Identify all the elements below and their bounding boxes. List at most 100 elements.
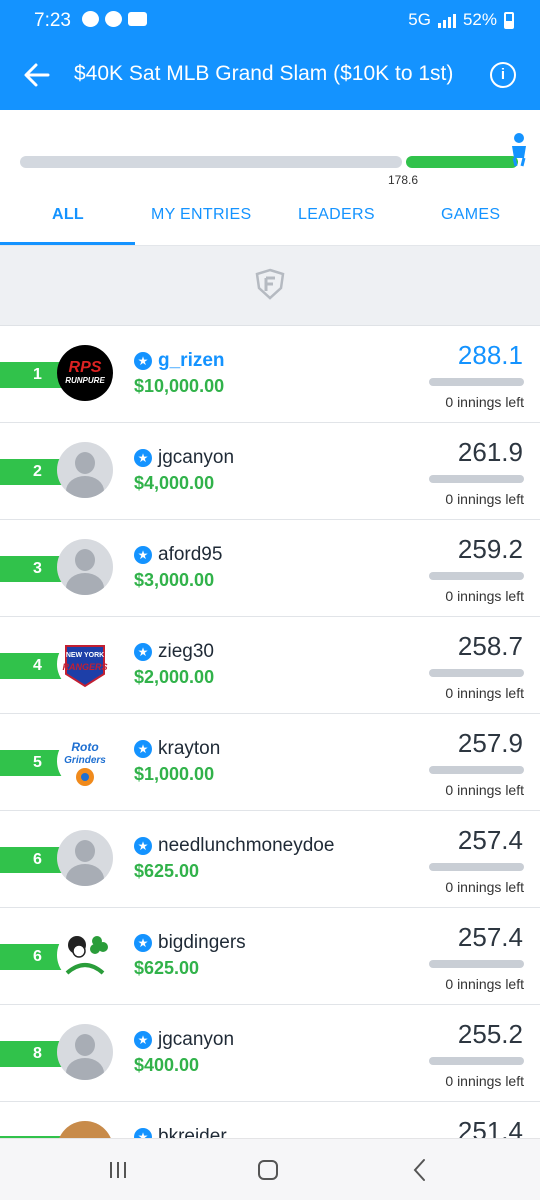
svg-text:RUNPURE: RUNPURE (65, 376, 105, 385)
clover-cartoon-logo (65, 936, 108, 975)
verified-star-icon: ★ (134, 643, 152, 661)
notification-icons (82, 11, 147, 27)
prize-amount: $4,000.00 (134, 473, 215, 493)
battery-icon (504, 11, 514, 29)
contest-progress: 178.6 (0, 110, 540, 190)
prize-amount: $3,000.00 (134, 570, 215, 590)
signal-icon (437, 13, 456, 28)
status-time: 7:23 (34, 10, 71, 31)
verified-star-icon: ★ (134, 449, 152, 467)
runpure-logo: RPS RUNPURE (65, 359, 105, 385)
innings-progress-bar (429, 378, 524, 386)
innings-left: 0 innings left (445, 782, 524, 798)
message-icon (82, 11, 99, 27)
rangers-logo: NEW YORK RANGERS (62, 645, 108, 688)
home-icon[interactable] (258, 1160, 278, 1180)
innings-progress-bar (429, 1057, 524, 1065)
fanduel-shield-icon (255, 268, 285, 300)
svg-text:NEW YORK: NEW YORK (66, 652, 104, 659)
innings-left: 0 innings left (445, 491, 524, 507)
leaderboard-row[interactable]: 4 NEW YORK RANGERS ★ zieg30 $2,000.00 25… (0, 617, 540, 714)
innings-left: 0 innings left (445, 588, 524, 604)
person-icon (512, 133, 526, 167)
verified-star-icon: ★ (134, 740, 152, 758)
avatar (57, 1024, 113, 1080)
leaderboard-row[interactable]: 3 ★ aford95 $3,000.00 259.2 0 innings le… (0, 520, 540, 617)
verified-star-icon: ★ (134, 352, 152, 370)
username[interactable]: zieg30 (158, 641, 214, 663)
back-arrow-icon[interactable] (22, 60, 52, 90)
status-bar: 7:23 5G 52% (0, 0, 540, 40)
username[interactable]: bigdingers (158, 932, 246, 954)
username[interactable]: needlunchmoneydoe (158, 835, 334, 857)
innings-progress-bar (429, 960, 524, 968)
status-right: 5G 52% (408, 10, 514, 30)
username[interactable]: jgcanyon (158, 447, 234, 469)
discord-icon (105, 11, 122, 27)
tab-all[interactable]: ALL (52, 206, 84, 224)
leaderboard-row[interactable]: 8 ★ jgcanyon $400.00 255.2 0 innings lef… (0, 1005, 540, 1102)
leaderboard-row[interactable]: 5 Roto Grinders ★ krayton $1,000.00 257.… (0, 714, 540, 811)
username[interactable]: krayton (158, 738, 220, 760)
score: 261.9 (457, 437, 523, 467)
info-icon[interactable]: i (490, 62, 516, 88)
score: 257.9 (457, 728, 523, 758)
prize-amount: $625.00 (134, 861, 200, 881)
leaderboard-row[interactable]: 6 ★ bigdingers $625.00 257.4 0 innings l… (0, 908, 540, 1005)
innings-left: 0 innings left (445, 394, 524, 410)
leaderboard-row[interactable]: 6 ★ needlunchmoneydoe $625.00 257.4 0 in… (0, 811, 540, 908)
tab-bar: ALL MY ENTRIES LEADERS GAMES (0, 190, 540, 246)
svg-text:Roto: Roto (71, 740, 98, 754)
youtube-icon (128, 12, 147, 26)
avatar (57, 830, 113, 886)
innings-progress-bar (429, 475, 524, 483)
tab-games[interactable]: GAMES (441, 206, 500, 224)
leaderboard-row[interactable]: 1 RPS RUNPURE ★ g_rizen $10,000.00 288.1… (0, 326, 540, 423)
innings-left: 0 innings left (445, 1073, 524, 1089)
verified-star-icon: ★ (134, 546, 152, 564)
recent-apps-icon[interactable] (108, 1161, 128, 1179)
nav-back-icon[interactable] (410, 1158, 430, 1182)
innings-progress-bar (429, 766, 524, 774)
avatar: NEW YORK RANGERS (57, 636, 113, 692)
progress-label: 178.6 (388, 173, 419, 187)
prize-amount: $625.00 (134, 958, 200, 978)
svg-text:Grinders: Grinders (64, 755, 106, 766)
verified-star-icon: ★ (134, 837, 152, 855)
avatar: Roto Grinders (57, 733, 113, 789)
tab-leaders[interactable]: LEADERS (298, 206, 375, 224)
score: 259.2 (457, 534, 523, 564)
innings-progress-bar (429, 669, 524, 677)
battery-label: 52% (462, 10, 497, 29)
score: 258.7 (457, 631, 523, 661)
svg-text:RANGERS: RANGERS (62, 662, 107, 672)
verified-star-icon: ★ (134, 934, 152, 952)
avatar: RPS RUNPURE (57, 345, 113, 401)
progress-payout-zone (406, 156, 518, 168)
network-label: 5G (408, 10, 431, 29)
svg-text:RPS: RPS (69, 359, 102, 376)
verified-star-icon: ★ (134, 1031, 152, 1049)
avatar (57, 539, 113, 595)
username[interactable]: jgcanyon (158, 1029, 234, 1051)
active-tab-indicator (0, 242, 135, 245)
prize-amount: $10,000.00 (134, 376, 225, 396)
username[interactable]: g_rizen (158, 350, 225, 372)
score: 255.2 (457, 1019, 523, 1049)
progress-track (20, 156, 402, 168)
innings-left: 0 innings left (445, 685, 524, 701)
leaderboard-row[interactable]: 2 ★ jgcanyon $4,000.00 261.9 0 innings l… (0, 423, 540, 520)
system-nav-bar (0, 1138, 540, 1200)
app-header: $40K Sat MLB Grand Slam ($10K to 1st) i (0, 40, 540, 110)
tab-my-entries[interactable]: MY ENTRIES (151, 206, 252, 224)
prize-amount: $2,000.00 (134, 667, 215, 687)
prize-amount: $1,000.00 (134, 764, 215, 784)
score: 257.4 (457, 825, 523, 855)
innings-progress-bar (429, 863, 524, 871)
prize-amount: $400.00 (134, 1055, 200, 1075)
score: 288.1 (457, 340, 523, 370)
fanduel-banner (0, 246, 540, 326)
username[interactable]: aford95 (158, 544, 222, 566)
contest-title: $40K Sat MLB Grand Slam ($10K to 1st) (74, 62, 454, 85)
progress-marker (402, 154, 405, 170)
